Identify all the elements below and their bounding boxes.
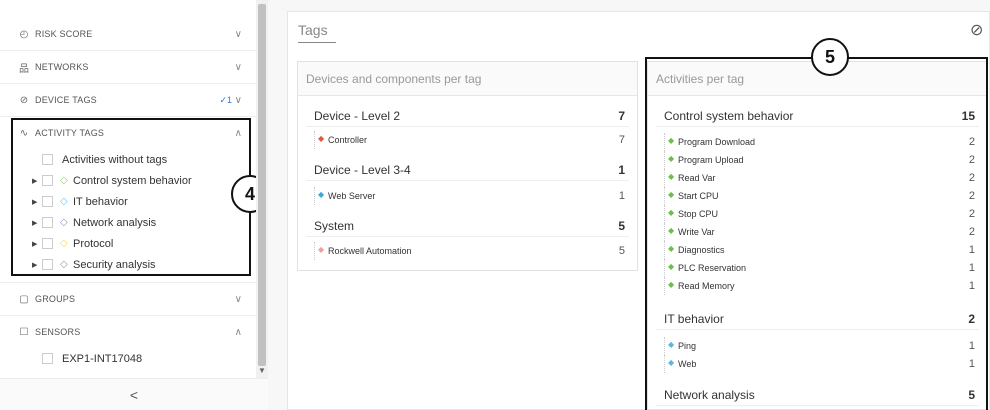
sidebar-section-networks[interactable]: 品 NETWORKS ∨ <box>0 51 256 83</box>
clock-icon: ◴ <box>19 28 29 40</box>
section-label: DEVICE TAGS <box>35 95 97 105</box>
section-label: NETWORKS <box>35 62 89 72</box>
tree-line <box>314 131 315 149</box>
annotation-marker-5: 5 <box>811 38 849 76</box>
filter-count-badge: ✓1 <box>219 94 232 105</box>
tag-icon: ◆ <box>318 245 325 254</box>
section-label: SENSORS <box>35 327 81 337</box>
devices-per-tag-panel: Devices and components per tag Device - … <box>297 61 638 271</box>
section-label: RISK SCORE <box>35 29 93 39</box>
item-label: Web Server <box>328 191 376 201</box>
tag-icon: ⊘ <box>970 22 984 39</box>
chevron-down-icon: ∨ <box>234 94 242 106</box>
group-label: Device - Level 3-4 <box>314 163 411 177</box>
group-label: System <box>314 219 355 233</box>
groups-icon: ▢ <box>19 293 29 305</box>
tag-group-row[interactable]: Device - Level 2 7 <box>306 105 629 127</box>
title-underline <box>298 42 336 43</box>
tree-line <box>314 187 315 205</box>
chevron-up-icon: ∧ <box>234 326 242 338</box>
chevron-down-icon: ∨ <box>234 61 242 73</box>
tag-group-row[interactable]: Device - Level 3-4 1 <box>306 159 629 181</box>
checkbox[interactable] <box>42 353 53 364</box>
panel-title: Devices and components per tag <box>306 72 482 86</box>
group-count: 1 <box>618 163 625 177</box>
tag-item-row[interactable]: ◆ Rockwell Automation 5 <box>306 242 629 260</box>
annotation-box-5 <box>645 57 988 410</box>
tag-item-row[interactable]: ◆ Web Server 1 <box>306 187 629 205</box>
panel-header: Devices and components per tag <box>298 62 637 96</box>
item-count: 7 <box>618 134 625 146</box>
section-label: GROUPS <box>35 294 76 304</box>
annotation-box-4 <box>11 118 251 276</box>
sidebar-section-sensors[interactable]: ☐ SENSORS ∧ <box>0 316 256 348</box>
chevron-down-icon: ∨ <box>234 28 242 40</box>
tag-item-row[interactable]: ◆ Controller 7 <box>306 131 629 149</box>
item-label: Controller <box>328 135 368 145</box>
collapse-sidebar-button[interactable]: < <box>0 378 268 410</box>
sensor-icon: ☐ <box>19 326 29 338</box>
item-label: Rockwell Automation <box>328 246 412 256</box>
group-count: 7 <box>618 109 625 123</box>
sensor-item[interactable]: EXP1-INT17048 <box>0 348 250 369</box>
group-label: Device - Level 2 <box>314 109 401 123</box>
tag-group-row[interactable]: System 5 <box>306 215 629 237</box>
sidebar-section-risk-score[interactable]: ◴ RISK SCORE ∨ <box>0 18 256 50</box>
sidebar-section-device-tags[interactable]: ⊘ DEVICE TAGS ✓1 ∨ <box>0 84 256 116</box>
tag-icon: ⊘ <box>19 94 29 106</box>
page-title: Tags <box>298 22 328 38</box>
item-count: 1 <box>618 190 625 202</box>
scroll-down-icon[interactable]: ▼ <box>258 366 266 375</box>
group-count: 5 <box>618 219 625 233</box>
sidebar-section-groups[interactable]: ▢ GROUPS ∨ <box>0 283 256 315</box>
scrollbar-thumb[interactable] <box>258 4 266 366</box>
sensor-label: EXP1-INT17048 <box>62 352 143 365</box>
item-count: 5 <box>618 245 625 257</box>
network-icon: 品 <box>19 63 29 75</box>
chevron-down-icon: ∨ <box>234 293 242 305</box>
tag-icon: ◆ <box>318 134 325 143</box>
tag-icon: ◆ <box>318 190 325 199</box>
tree-line <box>314 242 315 260</box>
